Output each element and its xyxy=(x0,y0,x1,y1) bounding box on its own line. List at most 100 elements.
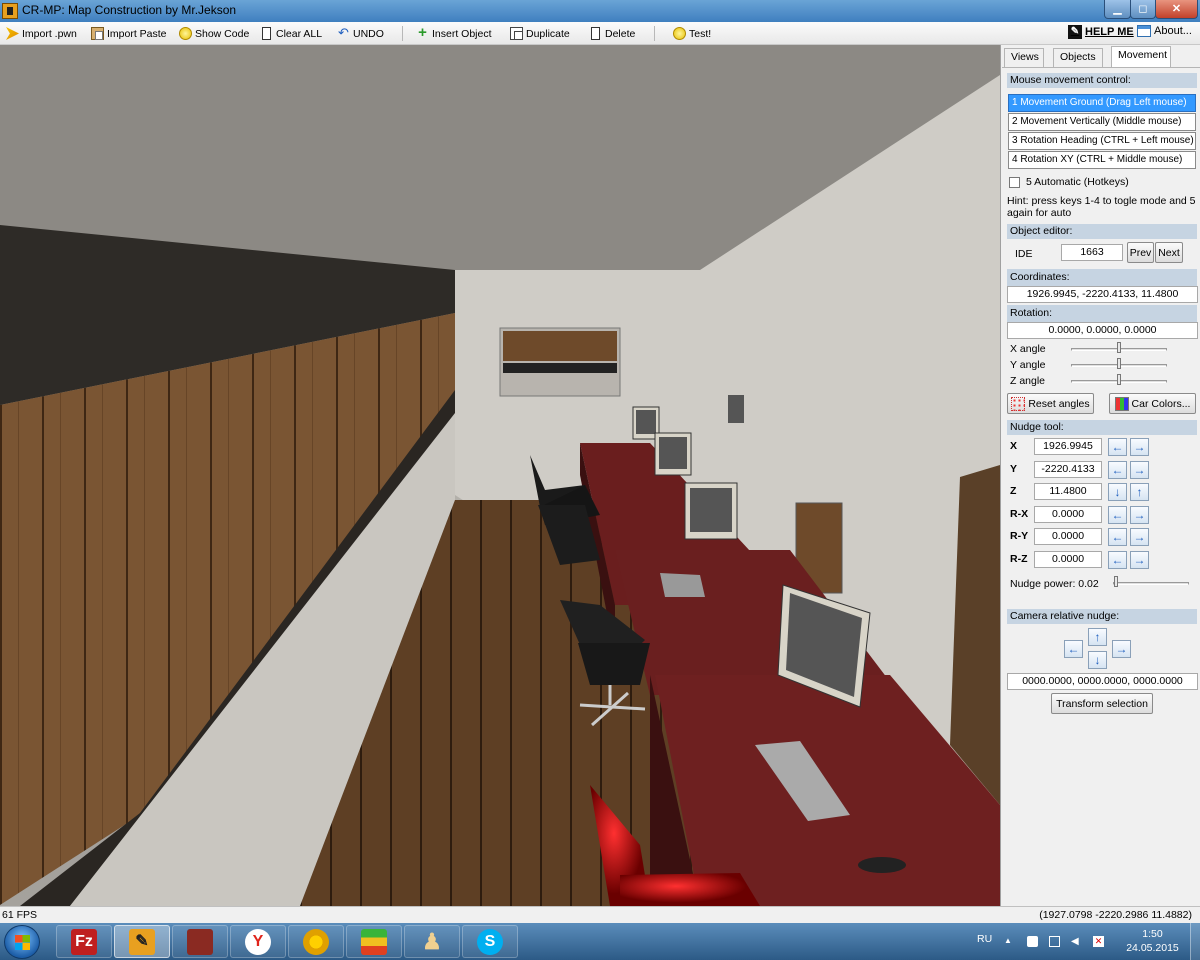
map-construction-taskbar-button[interactable]: ✎ xyxy=(114,925,170,958)
slider-thumb[interactable] xyxy=(1117,358,1121,369)
nudge-value-field[interactable]: 0.0000 xyxy=(1034,528,1102,545)
rotation-field[interactable]: 0.0000, 0.0000, 0.0000 xyxy=(1007,322,1198,339)
3d-viewport[interactable] xyxy=(0,45,1000,906)
notification-icon[interactable] xyxy=(1027,936,1038,947)
about-button[interactable]: About... xyxy=(1137,25,1192,37)
test-button[interactable]: Test! xyxy=(673,25,711,42)
nudge-value-field[interactable]: 11.4800 xyxy=(1034,483,1102,500)
nudge-increase-button[interactable]: → xyxy=(1130,460,1149,479)
help-me-button[interactable]: ✎ HELP ME xyxy=(1068,25,1134,39)
show-desktop-button[interactable] xyxy=(1190,923,1200,960)
mouse-mode-list[interactable]: 1 Movement Ground (Drag Left mouse) 2 Mo… xyxy=(1008,94,1196,170)
show-code-label: Show Code xyxy=(195,27,250,40)
automatic-checkbox[interactable] xyxy=(1009,176,1020,188)
chrome-taskbar-button[interactable] xyxy=(288,925,344,958)
filezilla-icon: Fz xyxy=(71,928,97,955)
title-bar: CR-MP: Map Construction by Mr.Jekson ▁ ◻… xyxy=(0,0,1200,22)
maximize-button[interactable]: ◻ xyxy=(1130,0,1156,19)
delete-button[interactable]: Delete xyxy=(589,25,635,42)
nudge-value-field[interactable]: 0.0000 xyxy=(1034,550,1102,568)
y-angle-slider[interactable] xyxy=(1071,358,1167,369)
automatic-hotkeys-option[interactable]: 5 Automatic (Hotkeys) xyxy=(1009,176,1129,188)
nudge-decrease-button[interactable]: ← xyxy=(1108,528,1127,546)
slider-thumb[interactable] xyxy=(1117,374,1121,385)
nudge-axis-label: R-X xyxy=(1010,507,1029,520)
bluestacks-taskbar-button[interactable] xyxy=(346,925,402,958)
start-button[interactable] xyxy=(4,925,40,959)
nudge-axis-label: X xyxy=(1010,440,1018,452)
insert-object-label: Insert Object xyxy=(432,27,492,40)
nudge-increase-button[interactable]: ↑ xyxy=(1130,483,1149,501)
camera-nudge-field[interactable]: 0000.0000, 0000.0000, 0000.0000 xyxy=(1007,673,1198,690)
network-icon[interactable] xyxy=(1049,936,1060,947)
nudge-increase-button[interactable]: → xyxy=(1130,528,1149,546)
clear-all-label: Clear ALL xyxy=(276,27,323,40)
clock[interactable]: 1:50 24.05.2015 xyxy=(1125,927,1180,955)
undo-button[interactable]: ↶ UNDO xyxy=(337,25,384,42)
nudge-value-field[interactable]: 1926.9945 xyxy=(1034,438,1102,455)
volume-icon[interactable]: ◀ xyxy=(1071,936,1082,947)
show-hidden-icons-icon[interactable]: ▲ xyxy=(1004,936,1015,947)
language-indicator[interactable]: RU xyxy=(977,933,992,945)
x-angle-slider[interactable] xyxy=(1071,342,1167,353)
z-angle-slider[interactable] xyxy=(1071,374,1167,385)
nudge-increase-button[interactable]: → xyxy=(1130,550,1149,569)
trash-icon xyxy=(591,27,600,40)
x-angle-label: X angle xyxy=(1010,343,1046,355)
camera-right-button[interactable]: → xyxy=(1112,640,1131,658)
mouse-mode-item[interactable]: 3 Rotation Heading (CTRL + Left mouse) xyxy=(1008,132,1196,150)
slider-thumb[interactable] xyxy=(1117,342,1121,353)
import-pwn-button[interactable]: Import .pwn xyxy=(6,25,77,42)
tab-views[interactable]: Views xyxy=(1004,48,1044,67)
nudge-increase-button[interactable]: → xyxy=(1130,438,1149,456)
tab-objects[interactable]: Objects xyxy=(1053,48,1103,67)
toolbar: Import .pwn Import Paste Show Code Clear… xyxy=(0,22,1200,45)
lightbulb-icon xyxy=(179,27,192,40)
reset-grid-icon xyxy=(1011,396,1026,411)
transform-selection-button[interactable]: Transform selection xyxy=(1051,693,1153,714)
nudge-decrease-button[interactable]: ← xyxy=(1108,505,1127,524)
chess-taskbar-button[interactable]: ♟ xyxy=(404,925,460,958)
mouse-mode-item[interactable]: 2 Movement Vertically (Middle mouse) xyxy=(1008,113,1196,131)
car-colors-button[interactable]: Car Colors... xyxy=(1109,393,1196,414)
nudge-decrease-button[interactable]: ← xyxy=(1108,438,1127,456)
camera-down-button[interactable]: ↓ xyxy=(1088,651,1107,669)
prev-button[interactable]: Prev xyxy=(1127,242,1154,263)
camera-left-button[interactable]: ← xyxy=(1064,640,1083,658)
tab-movement[interactable]: Movement xyxy=(1111,46,1171,68)
scene-render xyxy=(0,45,1000,906)
clear-all-button[interactable]: Clear ALL xyxy=(260,25,322,42)
nudge-decrease-button[interactable]: ↓ xyxy=(1108,483,1127,501)
slider-thumb[interactable] xyxy=(1114,576,1119,587)
flag-icon[interactable]: ✕ xyxy=(1093,936,1104,947)
paste-icon xyxy=(91,27,104,40)
ide-field[interactable]: 1663 xyxy=(1061,244,1123,261)
camera-up-button[interactable]: ↑ xyxy=(1088,628,1107,646)
skype-icon: S xyxy=(477,928,503,955)
automatic-label: 5 Automatic (Hotkeys) xyxy=(1026,176,1129,188)
nudge-increase-button[interactable]: → xyxy=(1130,505,1149,524)
next-button[interactable]: Next xyxy=(1155,242,1183,263)
coordinates-field[interactable]: 1926.9945, -2220.4133, 11.4800 xyxy=(1007,286,1198,303)
nudge-power-slider[interactable] xyxy=(1113,576,1189,587)
minimize-button[interactable]: ▁ xyxy=(1104,0,1131,19)
filezilla-taskbar-button[interactable]: Fz xyxy=(56,925,112,958)
nudge-value-field[interactable]: 0.0000 xyxy=(1034,505,1102,523)
nudge-value-field[interactable]: -2220.4133 xyxy=(1034,460,1102,478)
yandex-browser-taskbar-button[interactable]: Y xyxy=(230,925,286,958)
nudge-decrease-button[interactable]: ← xyxy=(1108,550,1127,569)
show-code-button[interactable]: Show Code xyxy=(179,25,249,42)
duplicate-button[interactable]: Duplicate xyxy=(510,25,570,42)
import-paste-button[interactable]: Import Paste xyxy=(91,25,167,42)
mouse-mode-item[interactable]: 4 Rotation XY (CTRL + Middle mouse) xyxy=(1008,151,1196,169)
close-button[interactable]: ✕ xyxy=(1155,0,1198,19)
clock-date: 24.05.2015 xyxy=(1126,942,1179,954)
mouse-mode-item[interactable]: 1 Movement Ground (Drag Left mouse) xyxy=(1008,94,1196,112)
game-taskbar-button[interactable] xyxy=(172,925,228,958)
skype-taskbar-button[interactable]: S xyxy=(462,925,518,958)
toolbar-separator xyxy=(402,26,403,41)
insert-object-button[interactable]: + Insert Object xyxy=(416,25,492,42)
slider-track xyxy=(1113,582,1189,585)
reset-angles-button[interactable]: Reset angles xyxy=(1007,393,1094,414)
nudge-decrease-button[interactable]: ← xyxy=(1108,460,1127,479)
